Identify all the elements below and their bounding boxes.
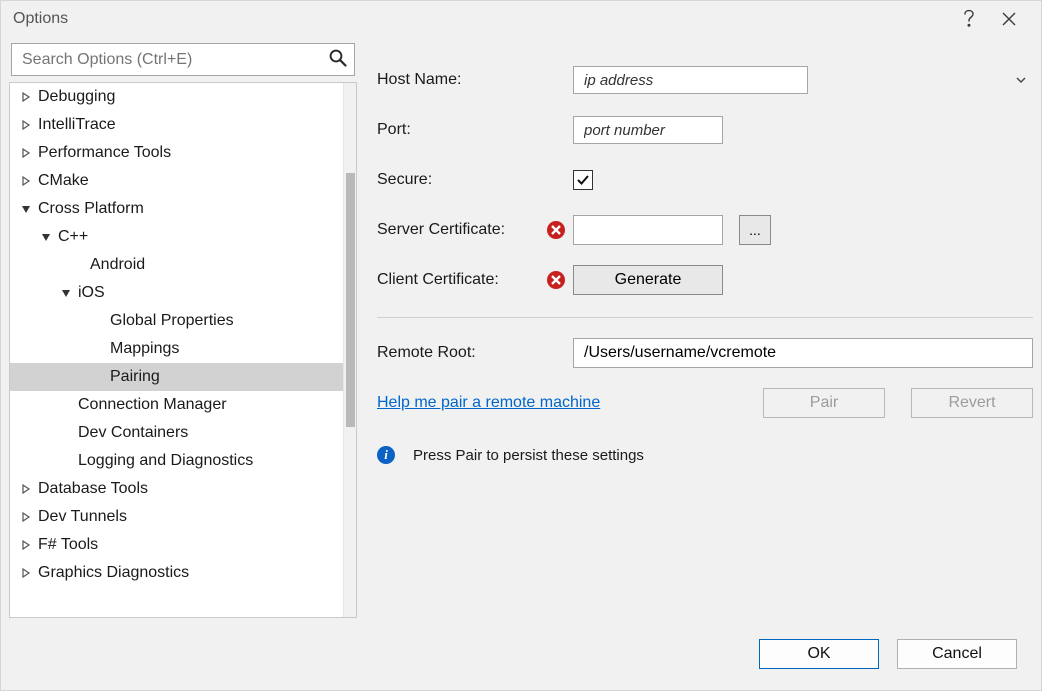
tree-item[interactable]: Pairing — [10, 363, 344, 391]
chevron-right-icon[interactable] — [20, 91, 32, 103]
tree-item-label: CMake — [38, 172, 89, 190]
chevron-right-icon[interactable] — [20, 539, 32, 551]
tree-arrow-none — [92, 343, 104, 355]
host-name-input[interactable] — [573, 66, 808, 94]
info-icon: i — [377, 446, 395, 464]
client-cert-label: Client Certificate: — [377, 271, 547, 289]
cancel-button[interactable]: Cancel — [897, 639, 1017, 669]
chevron-down-icon — [1015, 73, 1027, 90]
tree-item-label: Performance Tools — [38, 144, 171, 162]
tree-item-label: Connection Manager — [78, 396, 227, 414]
titlebar: Options — [1, 1, 1041, 37]
options-dialog: Options Debugging IntelliTrace Performance… — [0, 0, 1042, 691]
options-tree: Debugging IntelliTrace Performance Tools CM… — [9, 82, 357, 618]
tree-item-label: F# Tools — [38, 536, 98, 554]
tree-item-label: Dev Containers — [78, 424, 188, 442]
tree-item[interactable]: Dev Tunnels — [10, 503, 344, 531]
tree-item[interactable]: Android — [10, 251, 344, 279]
tree-item-label: Global Properties — [110, 312, 234, 330]
close-icon[interactable] — [989, 1, 1029, 37]
tree-item-label: Debugging — [38, 88, 115, 106]
tree-item[interactable]: Global Properties — [10, 307, 344, 335]
server-cert-label: Server Certificate: — [377, 221, 547, 239]
tree-item-label: Database Tools — [38, 480, 148, 498]
tree-item[interactable]: Graphics Diagnostics — [10, 559, 344, 587]
tree-item-label: Cross Platform — [38, 200, 144, 218]
chevron-down-icon[interactable] — [40, 231, 52, 243]
tree-item[interactable]: Connection Manager — [10, 391, 344, 419]
tree-item-label: Mappings — [110, 340, 179, 358]
search-input[interactable] — [11, 43, 355, 76]
tree-item-label: C++ — [58, 228, 88, 246]
tree-arrow-none — [92, 371, 104, 383]
dialog-body: Debugging IntelliTrace Performance Tools CM… — [1, 37, 1041, 618]
chevron-right-icon[interactable] — [20, 175, 32, 187]
pair-button[interactable]: Pair — [763, 388, 885, 418]
tree-item[interactable]: Performance Tools — [10, 139, 344, 167]
tree-item-label: Pairing — [110, 368, 160, 386]
tree-item[interactable]: F# Tools — [10, 531, 344, 559]
chevron-down-icon[interactable] — [20, 203, 32, 215]
tree-arrow-none — [72, 259, 84, 271]
tree-item-label: Android — [90, 256, 145, 274]
tree-arrow-none — [60, 399, 72, 411]
tree-item[interactable]: Cross Platform — [10, 195, 344, 223]
chevron-right-icon[interactable] — [20, 119, 32, 131]
tree-scrollbar[interactable] — [343, 83, 356, 617]
chevron-right-icon[interactable] — [20, 567, 32, 579]
tree-arrow-none — [60, 427, 72, 439]
scrollbar-thumb[interactable] — [346, 173, 355, 427]
tree-item[interactable]: Database Tools — [10, 475, 344, 503]
search-icon[interactable] — [329, 49, 347, 71]
port-input[interactable] — [573, 116, 723, 144]
port-label: Port: — [377, 121, 547, 139]
tree-item-label: IntelliTrace — [38, 116, 116, 134]
divider — [377, 317, 1033, 318]
remote-root-label: Remote Root: — [377, 344, 547, 362]
tree-item[interactable]: Mappings — [10, 335, 344, 363]
secure-label: Secure: — [377, 171, 547, 189]
browse-button[interactable]: ... — [739, 215, 771, 245]
tree-item-label: Logging and Diagnostics — [78, 452, 253, 470]
tree-item-label: iOS — [78, 284, 105, 302]
settings-panel: Host Name: Port: Secure: — [377, 37, 1033, 618]
revert-button[interactable]: Revert — [911, 388, 1033, 418]
secure-checkbox[interactable] — [573, 170, 593, 190]
tree-item[interactable]: IntelliTrace — [10, 111, 344, 139]
ok-button[interactable]: OK — [759, 639, 879, 669]
tree-item[interactable]: Logging and Diagnostics — [10, 447, 344, 475]
left-panel: Debugging IntelliTrace Performance Tools CM… — [9, 37, 357, 618]
remote-root-input[interactable] — [573, 338, 1033, 368]
dialog-footer: OK Cancel — [1, 618, 1041, 690]
tree-arrow-none — [60, 455, 72, 467]
tree-item[interactable]: Dev Containers — [10, 419, 344, 447]
info-text: Press Pair to persist these settings — [413, 447, 644, 464]
tree-item[interactable]: CMake — [10, 167, 344, 195]
chevron-down-icon[interactable] — [60, 287, 72, 299]
tree-item[interactable]: iOS — [10, 279, 344, 307]
window-title: Options — [13, 10, 68, 28]
tree-item-label: Graphics Diagnostics — [38, 564, 189, 582]
error-icon — [547, 271, 565, 289]
tree-item[interactable]: C++ — [10, 223, 344, 251]
chevron-right-icon[interactable] — [20, 511, 32, 523]
help-icon[interactable] — [949, 1, 989, 37]
server-cert-input[interactable] — [573, 215, 723, 245]
chevron-right-icon[interactable] — [20, 483, 32, 495]
error-icon — [547, 221, 565, 239]
tree-item[interactable]: Debugging — [10, 83, 344, 111]
chevron-right-icon[interactable] — [20, 147, 32, 159]
help-pair-link[interactable]: Help me pair a remote machine — [377, 394, 600, 412]
host-name-label: Host Name: — [377, 71, 547, 89]
tree-arrow-none — [92, 315, 104, 327]
tree-item-label: Dev Tunnels — [38, 508, 127, 526]
generate-button[interactable]: Generate — [573, 265, 723, 295]
search-box — [11, 43, 355, 76]
